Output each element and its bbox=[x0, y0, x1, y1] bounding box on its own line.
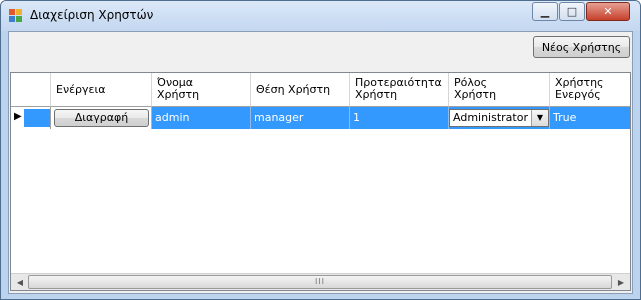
column-header-priority[interactable]: Προτεραιότητα Χρήστη bbox=[350, 73, 449, 107]
row-header[interactable]: ▶ bbox=[11, 107, 51, 129]
column-header-label: Χρήστη bbox=[454, 88, 497, 101]
column-header-action[interactable]: Ενέργεια bbox=[51, 73, 152, 107]
user-management-window: Διαχείριση Χρηστών ▁ □ ✕ Νέος Χρήστης Εν… bbox=[0, 0, 641, 300]
row-header-selection bbox=[24, 109, 50, 127]
column-header-label: Χρήστη bbox=[157, 88, 200, 101]
minimize-button[interactable]: ▁ bbox=[532, 2, 558, 21]
close-button[interactable]: ✕ bbox=[586, 2, 630, 21]
minimize-icon: ▁ bbox=[540, 5, 550, 18]
table-row-cell-active[interactable]: True bbox=[550, 107, 630, 129]
role-dropdown[interactable]: Administrator ▼ bbox=[449, 109, 549, 127]
scroll-left-icon[interactable]: ◀ bbox=[12, 275, 28, 290]
chevron-down-icon[interactable]: ▼ bbox=[531, 110, 548, 126]
table-row-cell-priority[interactable]: 1 bbox=[350, 107, 449, 129]
column-header-label: Θέση Χρήστη bbox=[256, 83, 331, 96]
maximize-icon: □ bbox=[566, 5, 578, 18]
column-header-label: Ενεργός bbox=[555, 88, 601, 101]
table-row-cell-username[interactable]: admin bbox=[152, 107, 251, 129]
horizontal-scrollbar[interactable]: ◀ III ▶ bbox=[11, 273, 630, 290]
new-user-button[interactable]: Νέος Χρήστης bbox=[533, 36, 630, 58]
scroll-thumb[interactable]: III bbox=[28, 275, 612, 289]
maximize-button[interactable]: □ bbox=[559, 2, 585, 21]
role-dropdown-value: Administrator bbox=[453, 111, 528, 124]
close-icon: ✕ bbox=[603, 5, 613, 18]
column-header-role[interactable]: Ρόλος Χρήστη bbox=[449, 73, 550, 107]
table-row-cell-action: Διαγραφή bbox=[51, 107, 152, 129]
column-header-active[interactable]: Χρήστης Ενεργός bbox=[550, 73, 630, 107]
client-area: Νέος Χρήστης Ενέργεια Όνομα Χρήστη Θέση … bbox=[8, 31, 633, 294]
table-row-cell-position[interactable]: manager bbox=[251, 107, 350, 129]
title-bar[interactable]: Διαχείριση Χρηστών ▁ □ ✕ bbox=[1, 1, 640, 31]
users-grid[interactable]: Ενέργεια Όνομα Χρήστη Θέση Χρήστη Προτερ… bbox=[10, 72, 631, 291]
current-row-indicator-icon: ▶ bbox=[14, 111, 22, 122]
column-header-username[interactable]: Όνομα Χρήστη bbox=[152, 73, 251, 107]
scroll-right-icon[interactable]: ▶ bbox=[613, 275, 629, 290]
delete-button[interactable]: Διαγραφή bbox=[54, 109, 149, 127]
column-header-label: Χρήστη bbox=[355, 88, 398, 101]
app-icon bbox=[9, 9, 23, 22]
window-title: Διαχείριση Χρηστών bbox=[30, 8, 154, 22]
column-header-position[interactable]: Θέση Χρήστη bbox=[251, 73, 350, 107]
column-header-label: Ενέργεια bbox=[56, 83, 106, 96]
grid-corner-header[interactable] bbox=[11, 73, 51, 107]
